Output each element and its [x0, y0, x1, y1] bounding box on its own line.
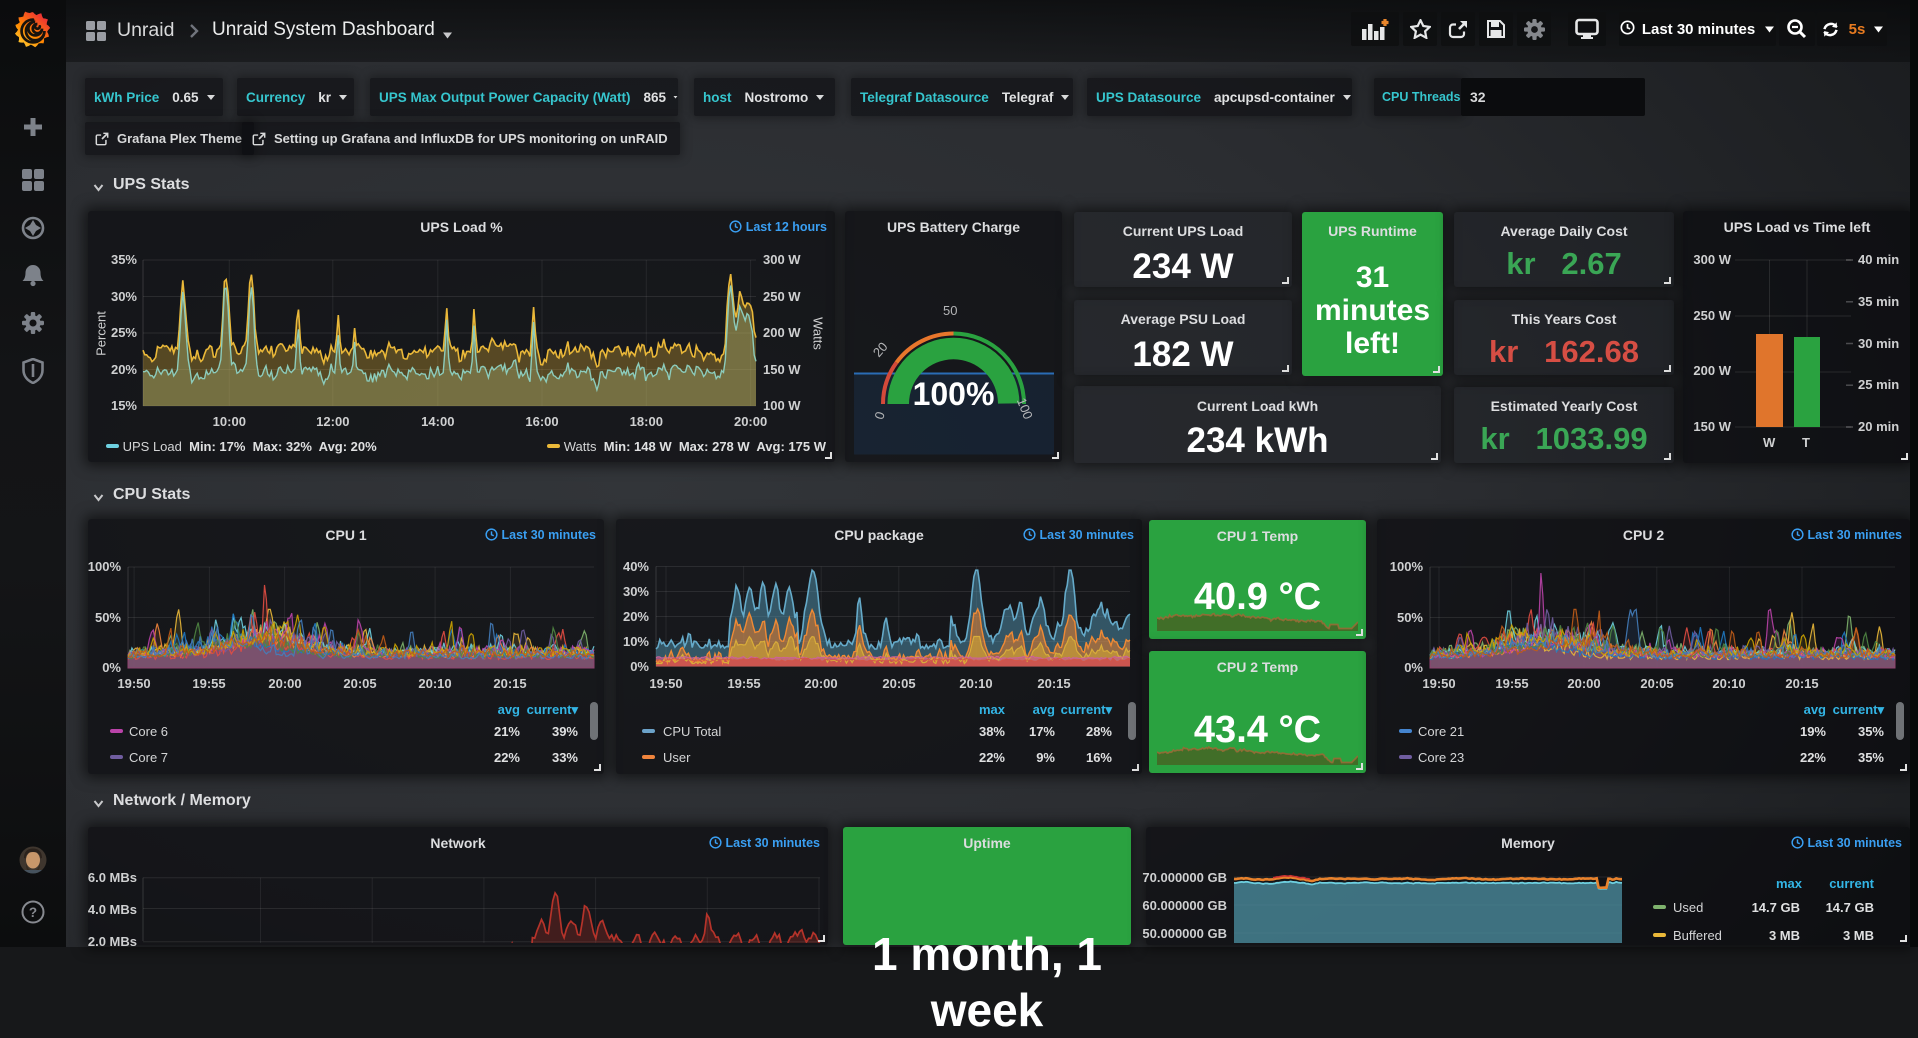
svg-text:?: ? [29, 905, 37, 920]
